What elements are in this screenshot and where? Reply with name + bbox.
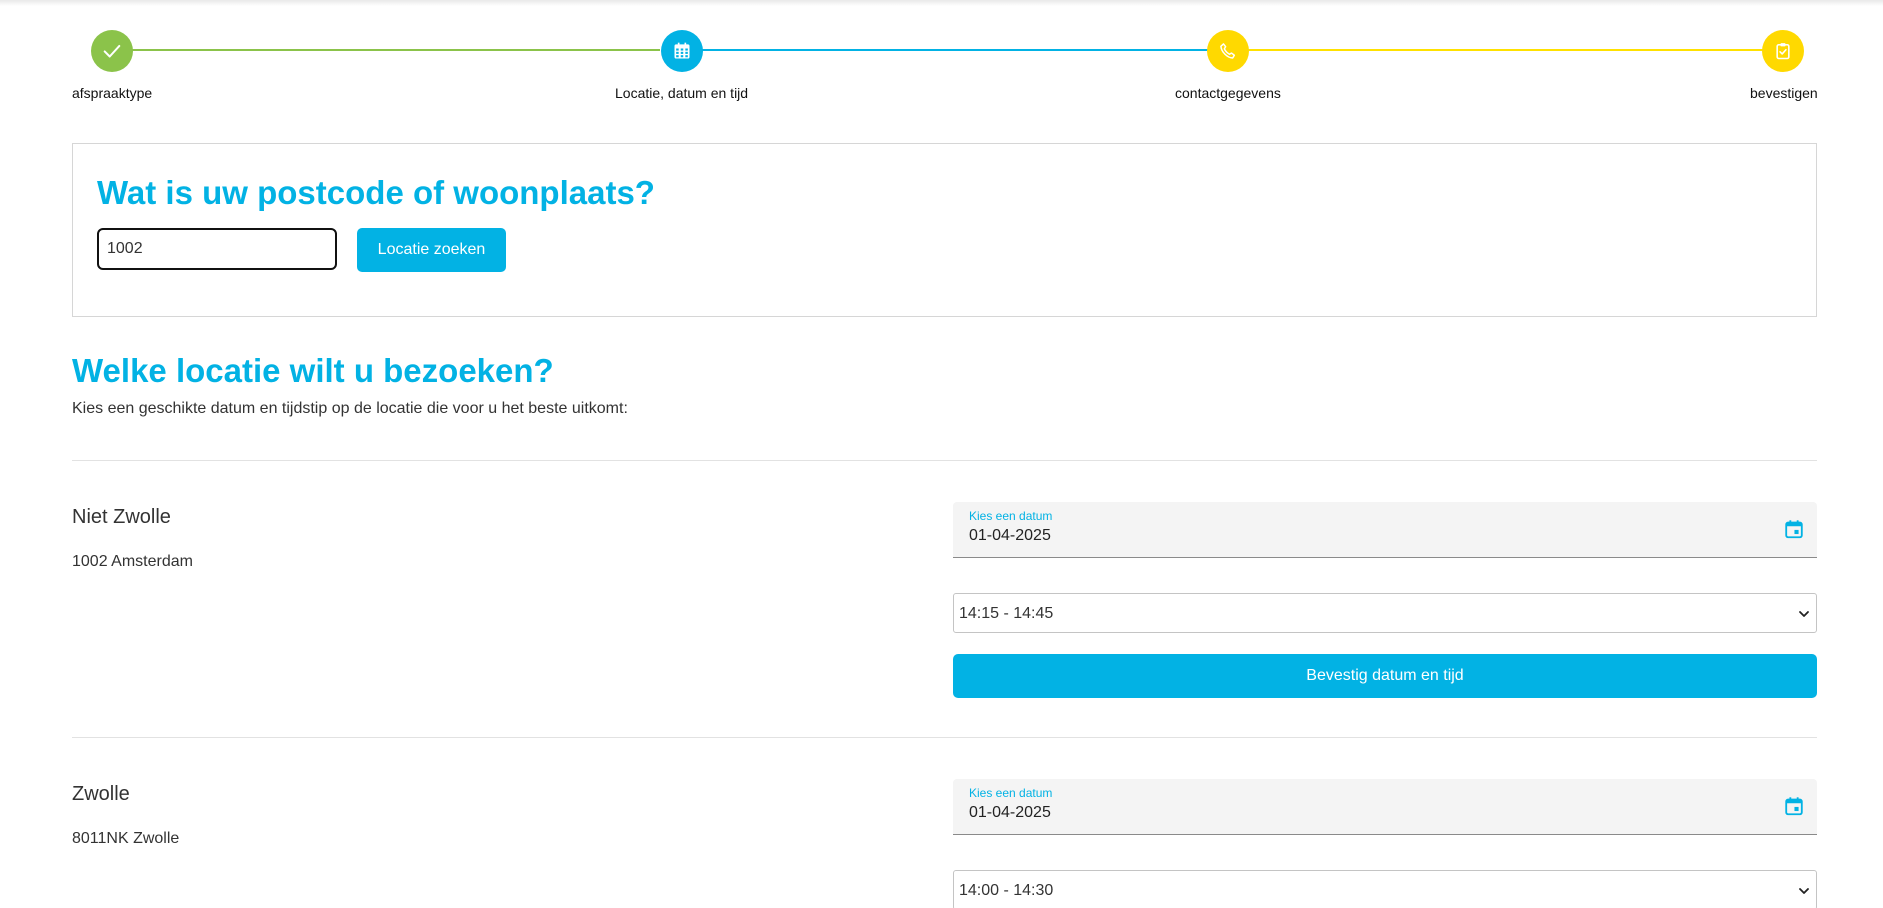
locations-title: Welke locatie wilt u bezoeken? <box>72 352 554 389</box>
time-slot-value: 14:00 - 14:30 <box>959 882 1054 899</box>
time-slot-value: 14:15 - 14:45 <box>959 605 1054 622</box>
postcode-search-card: Wat is uw postcode of woonplaats? Locati… <box>72 143 1817 317</box>
step-3-label: contactgegevens <box>1175 85 1281 101</box>
divider <box>72 737 1817 738</box>
calendar-icon <box>674 42 690 59</box>
phone-icon <box>1220 43 1236 59</box>
date-field-label: Kies een datum <box>969 509 1053 523</box>
step-2-label: Locatie, datum en tijd <box>615 85 749 101</box>
calendar-icon[interactable] <box>1783 518 1805 540</box>
time-slot-select[interactable]: 14:15 - 14:45 <box>953 593 1817 633</box>
chevron-down-icon <box>1799 888 1809 894</box>
top-shadow <box>0 0 1883 6</box>
calendar-icon[interactable] <box>1783 795 1805 817</box>
step-2-circle[interactable] <box>661 30 703 72</box>
location-address: 1002 Amsterdam <box>72 553 193 570</box>
step-4-circle[interactable] <box>1762 30 1804 72</box>
clipboard-check-icon <box>1776 43 1790 60</box>
date-picker-field[interactable]: Kies een datum 01-04-2025 <box>953 779 1817 835</box>
search-title: Wat is uw postcode of woonplaats? <box>97 174 655 211</box>
step-3-circle[interactable] <box>1207 30 1249 72</box>
location-name: Zwolle <box>72 783 130 805</box>
step-connector-upcoming <box>1226 49 1781 51</box>
progress-stepper: afspraaktype Locatie, datum en tijd cont… <box>72 24 1818 104</box>
divider <box>72 460 1817 461</box>
location-address: 8011NK Zwolle <box>72 830 180 847</box>
search-location-button[interactable]: Locatie zoeken <box>357 228 506 272</box>
postcode-input[interactable] <box>97 228 337 270</box>
step-4-label: bevestigen <box>1750 85 1818 101</box>
date-field-value: 01-04-2025 <box>969 527 1051 544</box>
date-picker-field[interactable]: Kies een datum 01-04-2025 <box>953 502 1817 558</box>
chevron-down-icon <box>1799 611 1809 617</box>
check-icon <box>103 44 121 58</box>
date-field-value: 01-04-2025 <box>969 804 1051 821</box>
step-1-circle[interactable] <box>91 30 133 72</box>
step-1-label: afspraaktype <box>72 85 153 101</box>
date-field-label: Kies een datum <box>969 786 1053 800</box>
step-connector-current <box>676 49 1210 51</box>
step-connector-done <box>112 49 660 51</box>
time-slot-select[interactable]: 14:00 - 14:30 <box>953 870 1817 908</box>
locations-subtitle: Kies een geschikte datum en tijdstip op … <box>72 400 628 417</box>
location-name: Niet Zwolle <box>72 506 171 528</box>
confirm-date-time-button[interactable]: Bevestig datum en tijd <box>953 654 1817 698</box>
